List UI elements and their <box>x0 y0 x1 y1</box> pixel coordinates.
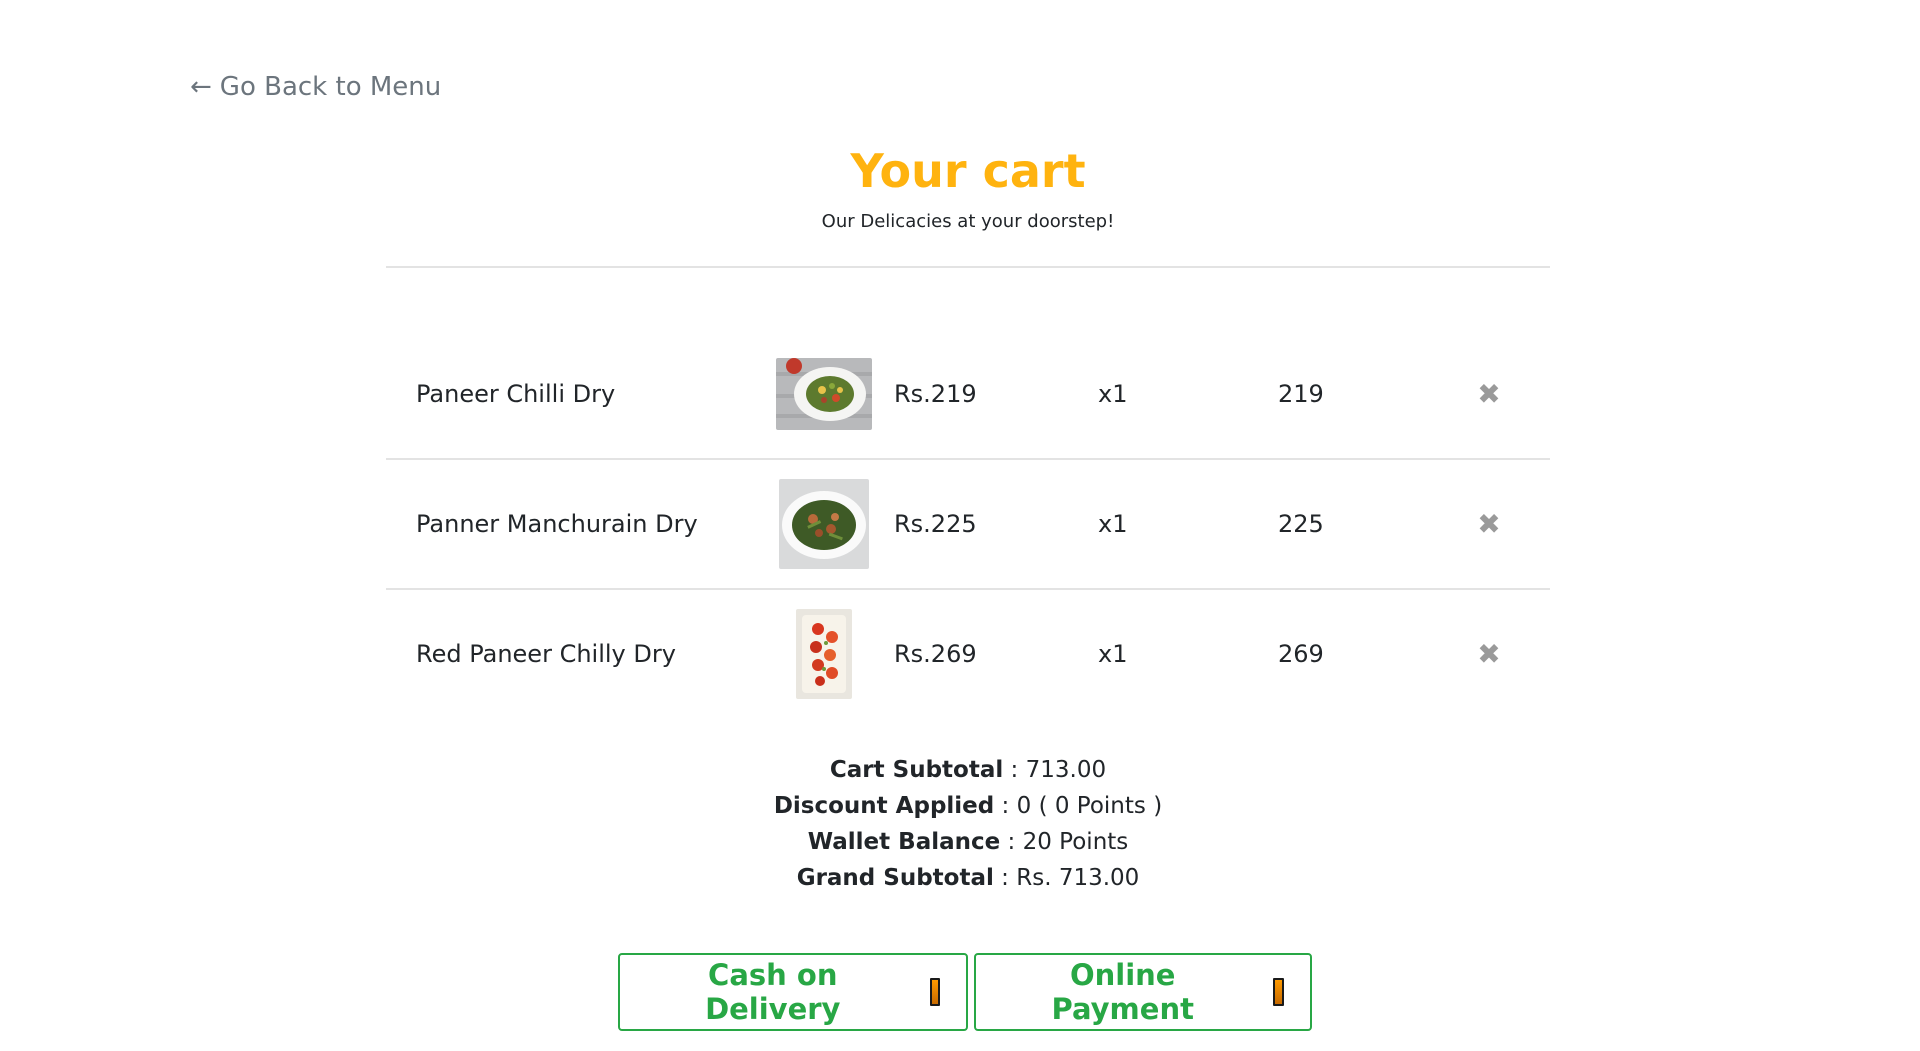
paneer-chilli-dry-image <box>776 358 872 430</box>
grand-total-value: : Rs. 713.00 <box>993 865 1140 891</box>
go-back-link[interactable]: ← Go Back to Menu <box>190 72 441 102</box>
panner-manchurain-dry-image <box>779 479 869 569</box>
cart-header: Your cart Our Delicacies at your doorste… <box>386 140 1550 234</box>
go-back-label: Go Back to Menu <box>219 72 442 102</box>
item-total: 219 <box>1278 380 1324 408</box>
loading-indicator-icon <box>929 978 940 1006</box>
item-total: 269 <box>1278 640 1324 668</box>
cart-summary: Cart Subtotal : 713.00 Discount Applied … <box>386 752 1550 896</box>
item-price: Rs.269 <box>894 640 977 668</box>
page-title: Your cart <box>850 144 1086 198</box>
header-divider <box>386 266 1550 268</box>
remove-item-icon[interactable]: ✖ <box>1474 378 1504 411</box>
subtotal-label: Cart Subtotal <box>829 757 1004 783</box>
cash-on-delivery-button[interactable]: Cash on Delivery <box>618 953 968 1031</box>
loading-indicator-icon <box>1273 978 1284 1006</box>
wallet-line: Wallet Balance : 20 Points <box>386 824 1550 860</box>
item-quantity: x1 <box>1098 380 1128 408</box>
cash-on-delivery-label: Cash on Delivery <box>705 958 841 1026</box>
cart-row: Red Paneer Chilly Dry Rs.269 x1 269 ✖ <box>386 590 1550 718</box>
item-image <box>776 476 872 572</box>
item-name: Panner Manchurain Dry <box>416 510 698 538</box>
grand-total-line: Grand Subtotal : Rs. 713.00 <box>386 860 1550 896</box>
item-price: Rs.225 <box>894 510 977 538</box>
subtotal-value: : 713.00 <box>1003 757 1107 783</box>
item-quantity: x1 <box>1098 640 1128 668</box>
item-name: Red Paneer Chilly Dry <box>416 640 676 668</box>
remove-item-icon[interactable]: ✖ <box>1474 508 1504 541</box>
item-name: Paneer Chilli Dry <box>416 380 616 408</box>
item-image <box>776 606 872 702</box>
item-total: 225 <box>1278 510 1324 538</box>
cart-row: Panner Manchurain Dry Rs.225 x1 225 ✖ <box>386 460 1550 590</box>
discount-line: Discount Applied : 0 ( 0 Points ) <box>386 788 1550 824</box>
cart-table: Paneer Chilli Dry Rs.219 x1 219 ✖ Panner… <box>386 330 1550 718</box>
item-image <box>776 346 872 442</box>
red-paneer-chilly-dry-image <box>796 609 852 699</box>
subtotal-line: Cart Subtotal : 713.00 <box>386 752 1550 788</box>
item-price: Rs.219 <box>894 380 977 408</box>
cart-row: Paneer Chilli Dry Rs.219 x1 219 ✖ <box>386 330 1550 460</box>
online-payment-button[interactable]: Online Payment <box>974 953 1312 1031</box>
grand-total-label: Grand Subtotal <box>796 865 994 891</box>
discount-label: Discount Applied <box>773 793 995 819</box>
wallet-value: : 20 Points <box>1000 829 1129 855</box>
online-payment-label: Online Payment <box>1051 958 1194 1026</box>
discount-value: : 0 ( 0 Points ) <box>994 793 1163 819</box>
item-quantity: x1 <box>1098 510 1128 538</box>
cart-page: ← Go Back to Menu Your cart Our Delicaci… <box>0 0 1920 1051</box>
arrow-left-icon: ← <box>190 72 212 102</box>
payment-buttons: Cash on Delivery Online Payment <box>618 953 1312 1031</box>
remove-item-icon[interactable]: ✖ <box>1474 638 1504 671</box>
wallet-label: Wallet Balance <box>807 829 1001 855</box>
page-subtitle: Our Delicacies at your doorstep! <box>821 211 1115 232</box>
